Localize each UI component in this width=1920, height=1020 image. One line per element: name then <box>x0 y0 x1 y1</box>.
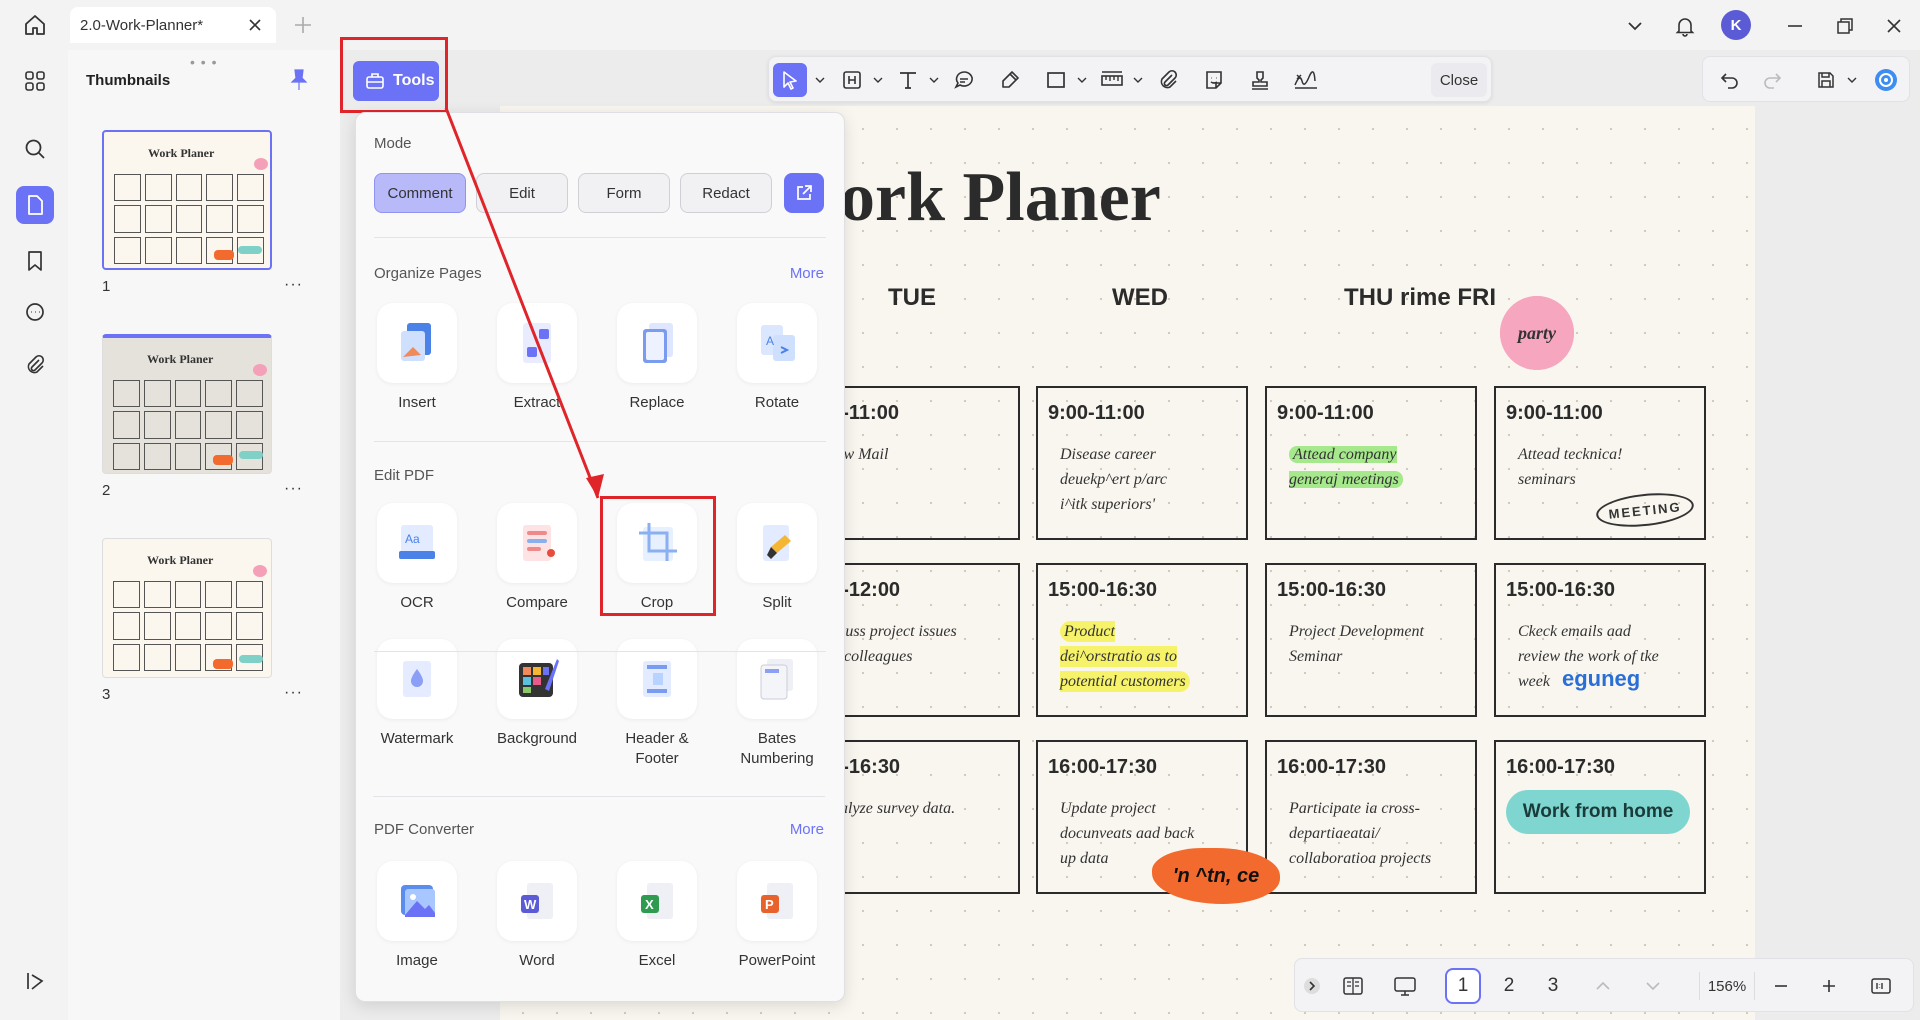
presentation-button[interactable] <box>1387 968 1423 1004</box>
zoom-in-button[interactable] <box>1811 968 1847 1004</box>
page-button-1[interactable]: 1 <box>1445 968 1481 1004</box>
page-layout-button[interactable] <box>1335 968 1371 1004</box>
page-navigation-bar: 1 2 3 156% <box>1294 958 1914 1012</box>
red-arrow-annotation <box>444 107 604 499</box>
zoom-out-button[interactable] <box>1763 968 1799 1004</box>
collapse-nav-button[interactable] <box>1299 968 1325 1004</box>
plus-icon <box>1823 980 1835 992</box>
page-button-3[interactable]: 3 <box>1535 968 1571 1004</box>
chevron-right-icon <box>1304 978 1320 994</box>
next-page-button[interactable] <box>1635 968 1671 1004</box>
previous-page-button[interactable] <box>1585 968 1621 1004</box>
zoom-level[interactable]: 156% <box>1699 972 1755 1000</box>
page-button-2[interactable]: 2 <box>1491 968 1527 1004</box>
fit-page-button[interactable] <box>1863 968 1899 1004</box>
chevron-up-icon <box>1596 981 1610 990</box>
book-layout-icon <box>1343 977 1363 995</box>
minus-icon <box>1775 985 1787 987</box>
actual-size-icon <box>1871 978 1891 994</box>
presentation-icon <box>1394 977 1416 996</box>
chevron-down-icon <box>1646 982 1660 991</box>
